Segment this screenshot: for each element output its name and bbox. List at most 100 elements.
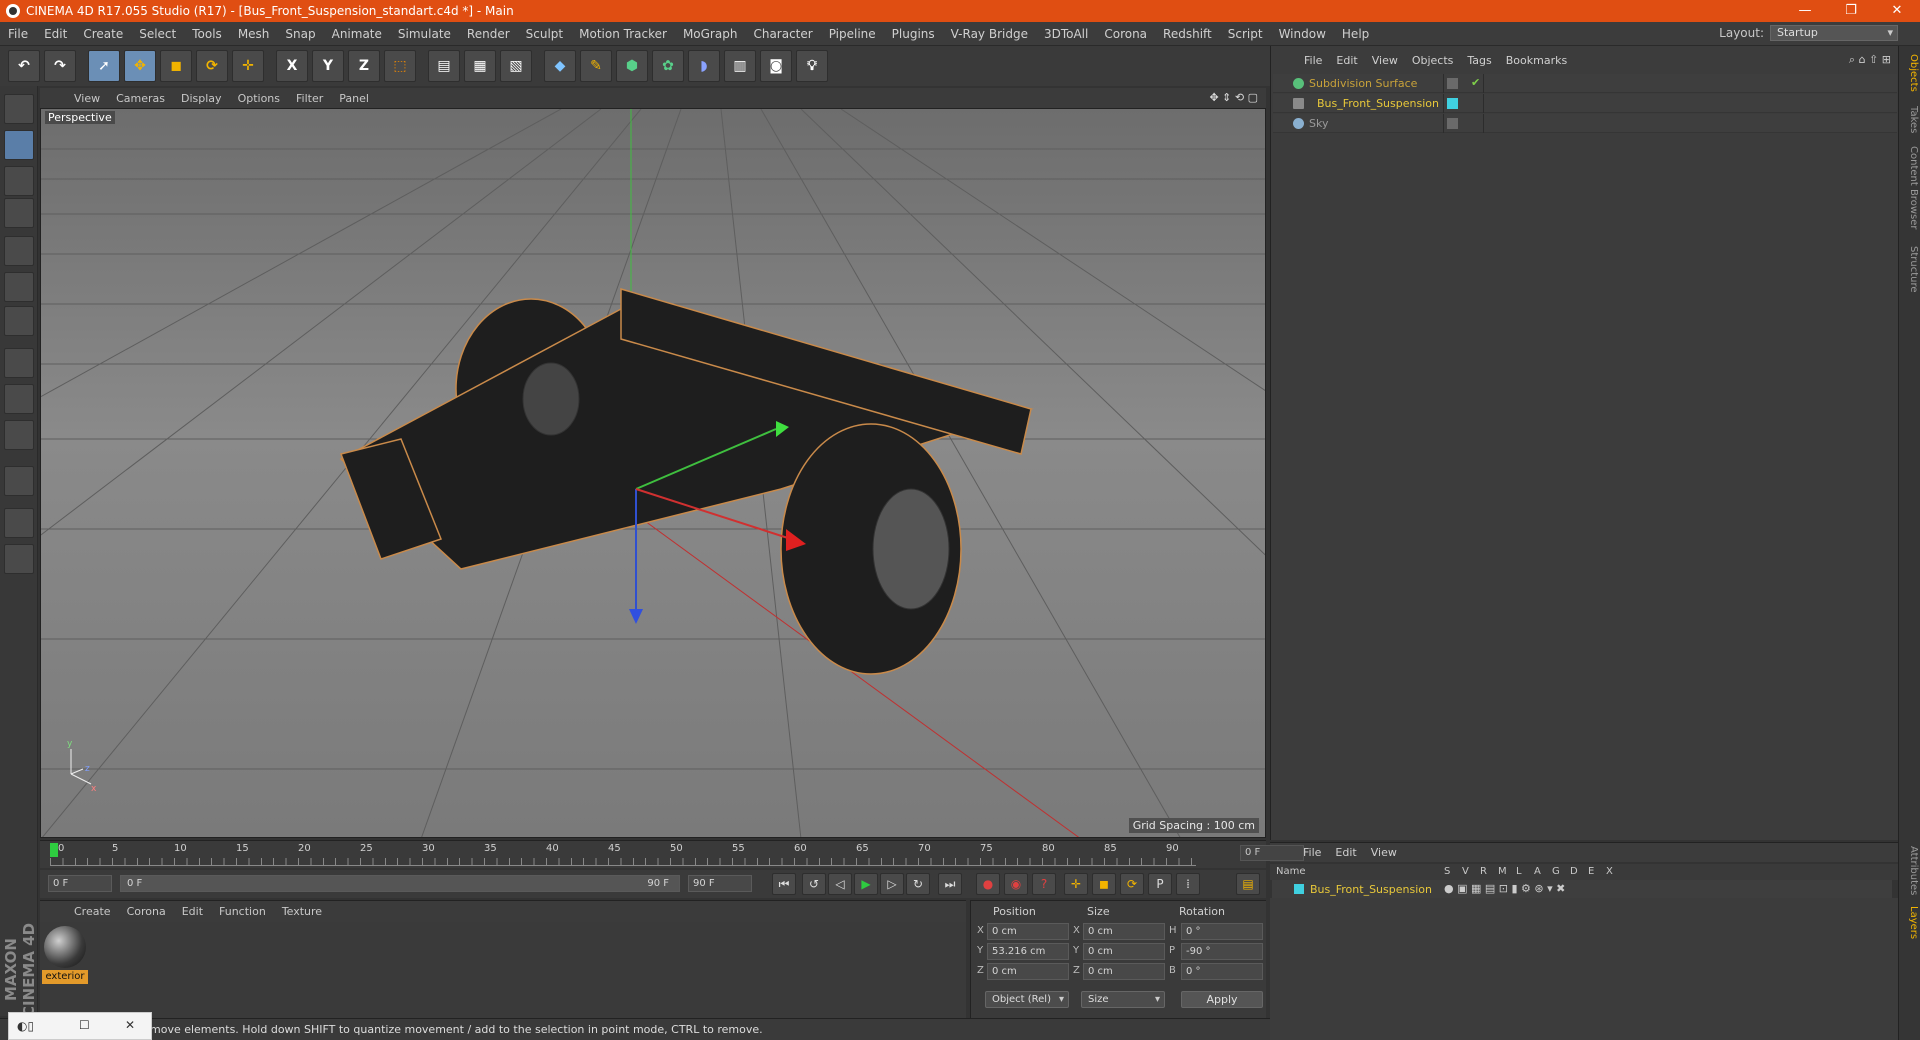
rotation-b-field[interactable]: 0 ° [1181,963,1263,980]
position-z-field[interactable]: 0 cm [987,963,1069,980]
keyframe-selection-icon[interactable]: ? [1032,873,1056,895]
play-icon[interactable]: ▶ [854,873,878,895]
preview-range-slider[interactable]: 0 F 90 F [120,875,680,892]
layer-name[interactable]: Bus_Front_Suspension [1310,883,1432,896]
menu-help[interactable]: Help [1334,27,1377,41]
light-icon[interactable]: 💡︎ [796,50,828,82]
viewport-menu-panel[interactable]: Panel [331,92,377,105]
redo-icon[interactable]: ↷ [44,50,76,82]
pen-spline-icon[interactable]: ✎ [580,50,612,82]
visibility-toggle[interactable] [1447,118,1458,129]
autokey-icon[interactable]: ◉ [1004,873,1028,895]
key-pla-icon[interactable]: ⁞ [1176,873,1200,895]
menu-file[interactable]: File [0,27,36,41]
objects-menu-view[interactable]: View [1365,54,1405,67]
position-x-field[interactable]: 0 cm [987,923,1069,940]
restore-button[interactable]: ❐ [1828,0,1874,22]
layers-menu-view[interactable]: View [1364,846,1404,859]
viewport-menu-display[interactable]: Display [173,92,230,105]
polygons-mode-icon[interactable] [4,306,34,336]
go-to-start-icon[interactable]: ⏮ [772,873,796,895]
make-editable-icon[interactable] [4,94,34,124]
material-menu-create[interactable]: Create [66,905,119,918]
taskbar-thumbnail[interactable]: ◐▯ ☐ ✕ [8,1012,152,1040]
undo-icon[interactable]: ↶ [8,50,40,82]
material-menu-function[interactable]: Function [211,905,274,918]
viewport-nav-icons[interactable]: ✥ ⇕ ⟲ ▢ [1209,91,1258,104]
material-name[interactable]: exterior [42,970,88,984]
menu-sculpt[interactable]: Sculpt [518,27,571,41]
menu-script[interactable]: Script [1220,27,1271,41]
rotation-h-field[interactable]: 0 ° [1181,923,1263,940]
menu-character[interactable]: Character [745,27,820,41]
axis-y-button[interactable]: Y [312,50,344,82]
position-y-field[interactable]: 53.216 cm [987,943,1069,960]
menu-plugins[interactable]: Plugins [884,27,943,41]
viewport-menu-filter[interactable]: Filter [288,92,331,105]
objects-menu-bookmarks[interactable]: Bookmarks [1499,54,1574,67]
key-scale-icon[interactable]: ◼ [1092,873,1116,895]
snap-magnet-icon[interactable] [4,466,34,496]
tab-attributes[interactable]: Attributes [1901,846,1919,895]
start-frame-field[interactable]: 0 F [48,875,112,892]
tab-takes[interactable]: Takes [1901,106,1919,133]
texture-mode-icon[interactable] [4,166,34,196]
rotate-icon[interactable]: ⟳ [196,50,228,82]
menu-motion-tracker[interactable]: Motion Tracker [571,27,675,41]
close-icon[interactable]: ✕ [125,1018,135,1032]
objects-menu-objects[interactable]: Objects [1405,54,1461,67]
grid-snap-icon[interactable] [4,544,34,574]
menu-simulate[interactable]: Simulate [390,27,459,41]
menu-animate[interactable]: Animate [324,27,390,41]
menu-redshift[interactable]: Redshift [1155,27,1220,41]
menu-create[interactable]: Create [75,27,131,41]
go-to-end-icon[interactable]: ⏭ [938,873,962,895]
model-mode-icon[interactable] [4,130,34,160]
layer-color-swatch[interactable] [1294,884,1304,894]
objects-menu-file[interactable]: File [1297,54,1329,67]
camera-icon[interactable]: ◙ [760,50,792,82]
objects-menu-edit[interactable]: Edit [1329,54,1364,67]
workplane-lock-icon[interactable] [4,508,34,538]
menu-vray-bridge[interactable]: V-Ray Bridge [943,27,1036,41]
render-settings-icon[interactable]: ▧ [500,50,532,82]
cube-icon[interactable]: ◆ [544,50,576,82]
close-button[interactable]: ✕ [1874,0,1920,22]
transform-icon[interactable]: ✛ [232,50,264,82]
tab-content-browser[interactable]: Content Browser [1901,146,1919,229]
record-icon[interactable]: ● [976,873,1000,895]
menu-mesh[interactable]: Mesh [230,27,278,41]
prev-key-icon[interactable]: ↺ [802,873,826,895]
material-menu-texture[interactable]: Texture [274,905,330,918]
menu-mograph[interactable]: MoGraph [675,27,746,41]
axis-z-button[interactable]: Z [348,50,380,82]
layer-row[interactable]: Bus_Front_Suspension ● ▣ ▦ ▤ ⊡ ▮ ⚙ ⊛ ▾ ✖ [1272,880,1892,898]
axis-x-button[interactable]: X [276,50,308,82]
material-menu-corona[interactable]: Corona [119,905,174,918]
object-row-sky[interactable]: Sky [1273,114,1897,133]
size-y-field[interactable]: 0 cm [1083,943,1165,960]
rotation-p-field[interactable]: -90 ° [1181,943,1263,960]
timeline-window-icon[interactable]: ▤ [1236,873,1260,895]
deformer-icon[interactable]: ◗ [688,50,720,82]
viewport-menu-view[interactable]: View [66,92,108,105]
layout-select[interactable]: Startup [1770,25,1898,41]
menu-render[interactable]: Render [459,27,518,41]
layer-color-swatch[interactable] [1447,98,1458,109]
step-forward-icon[interactable]: ▷ [880,873,904,895]
tab-structure[interactable]: Structure [1901,246,1919,293]
end-frame-field[interactable]: 90 F [688,875,752,892]
current-frame-field[interactable]: 0 F [1240,845,1304,861]
size-x-field[interactable]: 0 cm [1083,923,1165,940]
menu-corona[interactable]: Corona [1096,27,1155,41]
tab-objects[interactable]: Objects [1901,54,1919,92]
next-key-icon[interactable]: ↻ [906,873,930,895]
subdivision-icon[interactable]: ⬢ [616,50,648,82]
array-icon[interactable]: ✿ [652,50,684,82]
points-mode-icon[interactable] [4,236,34,266]
material-menu-edit[interactable]: Edit [174,905,211,918]
coordinate-mode-dropdown[interactable]: Object (Rel) [985,991,1069,1008]
tab-layers[interactable]: Layers [1901,906,1919,939]
move-icon[interactable]: ✥ [124,50,156,82]
step-back-icon[interactable]: ◁ [828,873,852,895]
